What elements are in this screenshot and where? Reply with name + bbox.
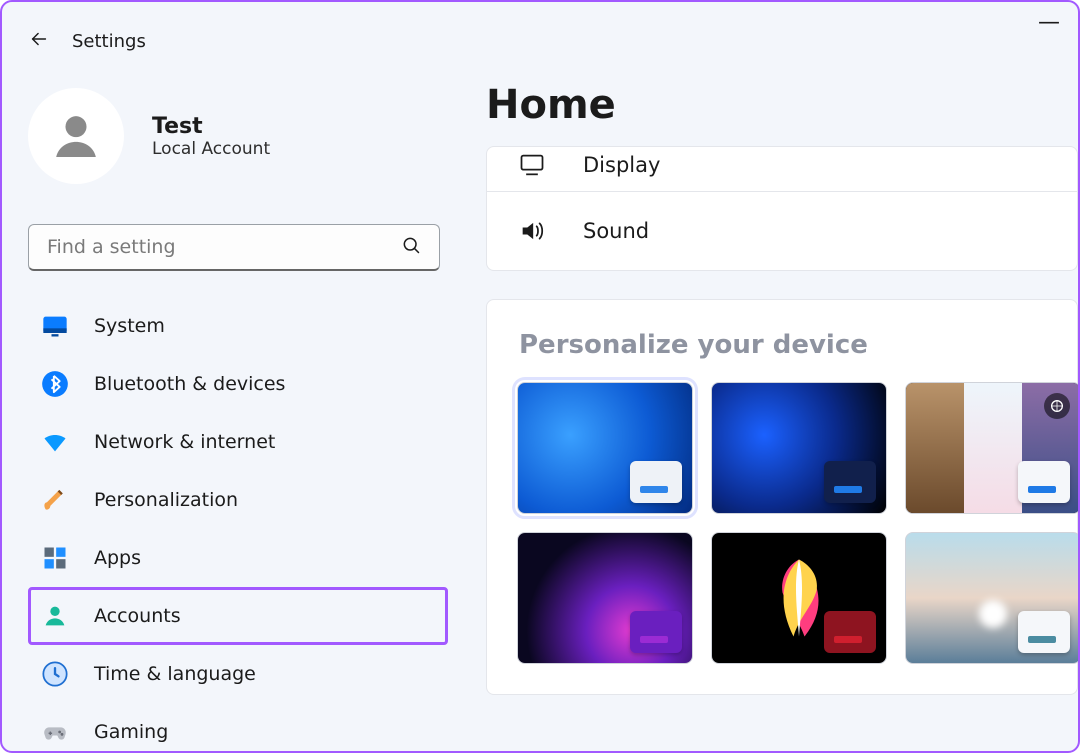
quick-setting-display[interactable]: Display [487, 147, 1077, 191]
user-name: Test [152, 114, 270, 139]
sidebar-item-accounts[interactable]: Accounts [28, 587, 448, 645]
sidebar-item-label: Apps [94, 547, 141, 569]
theme-option[interactable] [711, 532, 887, 664]
sidebar-item-time[interactable]: Time & language [28, 645, 448, 703]
sidebar-item-label: Bluetooth & devices [94, 373, 285, 395]
page-title: Home [486, 82, 1078, 128]
theme-swatch [824, 611, 876, 653]
theme-swatch [824, 461, 876, 503]
user-subtitle: Local Account [152, 139, 270, 159]
user-block[interactable]: Test Local Account [28, 88, 448, 184]
titlebar: Settings [2, 2, 1078, 60]
nav: System Bluetooth & devices Network & int… [28, 297, 448, 753]
gamepad-icon [40, 717, 70, 747]
sidebar-item-label: System [94, 315, 165, 337]
theme-option[interactable] [905, 532, 1080, 664]
search-icon [401, 235, 421, 259]
theme-option[interactable] [905, 382, 1080, 514]
sidebar-item-bluetooth[interactable]: Bluetooth & devices [28, 355, 448, 413]
theme-grid [517, 382, 1047, 664]
speaker-icon [517, 216, 547, 246]
spotlight-icon [1044, 393, 1070, 419]
theme-swatch [630, 461, 682, 503]
clock-icon [40, 659, 70, 689]
main-panel: Home Display Sound Personalize your devi… [486, 88, 1078, 751]
theme-option[interactable] [711, 382, 887, 514]
quick-setting-label: Display [583, 153, 660, 177]
sidebar-item-network[interactable]: Network & internet [28, 413, 448, 471]
theme-swatch [1018, 611, 1070, 653]
theme-option[interactable] [517, 532, 693, 664]
sidebar-item-label: Accounts [94, 605, 181, 627]
window-title: Settings [72, 31, 146, 52]
monitor-icon [40, 311, 70, 341]
sidebar-item-apps[interactable]: Apps [28, 529, 448, 587]
theme-swatch [1018, 461, 1070, 503]
minimize-button[interactable]: — [1038, 10, 1060, 35]
sidebar: Test Local Account Find a setting System [28, 88, 448, 751]
settings-window: — Settings Test Local Account Find a set… [0, 0, 1080, 753]
sidebar-item-label: Time & language [94, 663, 256, 685]
search-placeholder: Find a setting [47, 236, 176, 258]
person-icon [40, 601, 70, 631]
quick-setting-label: Sound [583, 219, 649, 243]
theme-swatch [630, 611, 682, 653]
bluetooth-icon [40, 369, 70, 399]
quick-settings-card: Display Sound [486, 146, 1078, 271]
quick-setting-sound[interactable]: Sound [487, 191, 1077, 270]
sidebar-item-personalization[interactable]: Personalization [28, 471, 448, 529]
back-button[interactable] [28, 28, 50, 54]
search-input[interactable]: Find a setting [28, 224, 440, 271]
paintbrush-icon [40, 485, 70, 515]
sidebar-item-label: Personalization [94, 489, 238, 511]
avatar [28, 88, 124, 184]
apps-icon [40, 543, 70, 573]
sidebar-item-system[interactable]: System [28, 297, 448, 355]
personalize-heading: Personalize your device [519, 330, 1047, 360]
monitor-icon [517, 150, 547, 180]
sidebar-item-label: Network & internet [94, 431, 275, 453]
theme-option[interactable] [517, 382, 693, 514]
personalize-card: Personalize your device [486, 299, 1078, 695]
sidebar-item-label: Gaming [94, 721, 168, 743]
wifi-icon [40, 427, 70, 457]
sidebar-item-gaming[interactable]: Gaming [28, 703, 448, 753]
